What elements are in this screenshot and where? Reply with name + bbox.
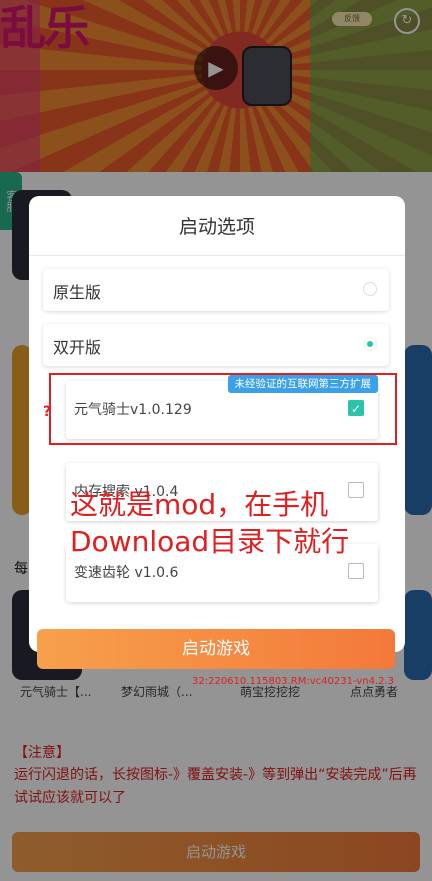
radio-dual[interactable] <box>363 337 377 351</box>
launch-options-dialog: 启动选项 原生版 双开版 ? 未经验证的互联网第三方扩展 元气骑士v1.0.12… <box>29 196 405 669</box>
annotation-line: Download目录下就行 <box>70 525 350 558</box>
radio-native[interactable] <box>363 282 377 296</box>
option-label: 双开版 <box>53 338 102 357</box>
version-text: 32:220610.115803.RM:vc40231-vn4.2.3 <box>192 676 395 687</box>
dialog-title: 启动选项 <box>178 216 255 238</box>
option-label: 原生版 <box>53 283 102 302</box>
mod-label: 变速齿轮 v1.0.6 <box>74 565 179 581</box>
annotation-line: 这就是mod，在手机 <box>70 488 329 521</box>
mod-checkbox[interactable] <box>348 563 364 579</box>
launch-game-button[interactable]: 启动游戏 <box>37 629 395 669</box>
option-dual[interactable]: 双开版 <box>43 324 389 366</box>
divider <box>29 255 405 256</box>
option-native[interactable]: 原生版 <box>43 269 389 311</box>
annotation-highlight-box <box>49 373 397 445</box>
annotation-text: 这就是mod，在手机 Download目录下就行 <box>70 486 410 560</box>
